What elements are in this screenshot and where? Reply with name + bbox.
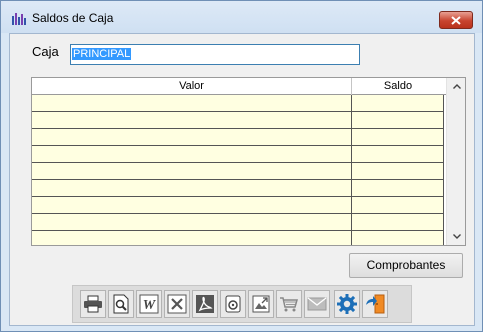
cell-valor[interactable] [32, 180, 352, 196]
table-row[interactable] [32, 129, 444, 146]
table-row[interactable] [32, 197, 444, 214]
cart-button[interactable] [276, 290, 302, 318]
preview-button[interactable] [108, 290, 134, 318]
chevron-up-icon [452, 84, 461, 89]
cell-valor[interactable] [32, 95, 352, 111]
export-toolbar: W [72, 285, 412, 323]
client-area: Caja PRINCIPAL Valor Saldo Comprobantes … [9, 33, 475, 326]
scroll-down-button[interactable] [447, 228, 465, 245]
preview-icon [113, 294, 129, 314]
svg-text:W: W [143, 298, 157, 313]
cell-valor[interactable] [32, 231, 352, 245]
settings-button[interactable] [334, 290, 360, 318]
pdf-export-button[interactable] [192, 290, 218, 318]
print-button[interactable] [80, 290, 106, 318]
exit-icon [366, 294, 385, 314]
mail-icon [307, 297, 327, 311]
caja-input[interactable]: PRINCIPAL [70, 44, 360, 65]
grid-body [32, 95, 444, 245]
save-button[interactable] [220, 290, 246, 318]
grid-header: Valor Saldo [32, 78, 446, 95]
excel-icon [167, 294, 187, 314]
scroll-up-button[interactable] [447, 78, 465, 95]
cell-valor[interactable] [32, 112, 352, 128]
column-header-valor[interactable]: Valor [32, 78, 352, 95]
mail-button[interactable] [304, 290, 330, 318]
printer-icon [84, 295, 102, 313]
image-export-icon [252, 295, 270, 313]
vertical-scrollbar[interactable] [446, 78, 465, 245]
table-row[interactable] [32, 95, 444, 112]
cell-saldo[interactable] [352, 129, 444, 145]
image-export-button[interactable] [248, 290, 274, 318]
table-row[interactable] [32, 163, 444, 180]
table-row[interactable] [32, 146, 444, 163]
cart-icon [280, 297, 298, 312]
word-icon: W [139, 294, 159, 314]
chevron-down-icon [452, 234, 461, 239]
cell-valor[interactable] [32, 163, 352, 179]
cell-valor[interactable] [32, 146, 352, 162]
cell-saldo[interactable] [352, 112, 444, 128]
cell-valor[interactable] [32, 214, 352, 230]
cell-saldo[interactable] [352, 214, 444, 230]
column-header-saldo[interactable]: Saldo [352, 78, 444, 95]
pdf-icon [196, 295, 214, 313]
cell-saldo[interactable] [352, 180, 444, 196]
caja-label: Caja [32, 44, 59, 59]
exit-button[interactable] [362, 290, 388, 318]
caja-value: PRINCIPAL [72, 48, 132, 60]
close-icon [451, 15, 461, 25]
cell-valor[interactable] [32, 129, 352, 145]
table-row[interactable] [32, 180, 444, 197]
title-bar[interactable]: Saldos de Caja [1, 1, 482, 33]
window-title: Saldos de Caja [32, 11, 114, 25]
disk-icon [225, 295, 241, 313]
saldos-grid[interactable]: Valor Saldo [31, 77, 466, 246]
cell-saldo[interactable] [352, 231, 444, 245]
table-row[interactable] [32, 231, 444, 245]
cell-saldo[interactable] [352, 163, 444, 179]
cell-saldo[interactable] [352, 95, 444, 111]
saldos-de-caja-window: Saldos de Caja Caja PRINCIPAL Valor Sald… [0, 0, 483, 332]
close-button[interactable] [439, 11, 473, 29]
table-row[interactable] [32, 112, 444, 129]
excel-export-button[interactable] [164, 290, 190, 318]
bar-chart-icon [12, 13, 26, 25]
cell-saldo[interactable] [352, 197, 444, 213]
table-row[interactable] [32, 214, 444, 231]
cell-saldo[interactable] [352, 146, 444, 162]
cell-valor[interactable] [32, 197, 352, 213]
comprobantes-button[interactable]: Comprobantes [349, 253, 463, 278]
word-export-button[interactable]: W [136, 290, 162, 318]
settings-icon [337, 294, 357, 314]
